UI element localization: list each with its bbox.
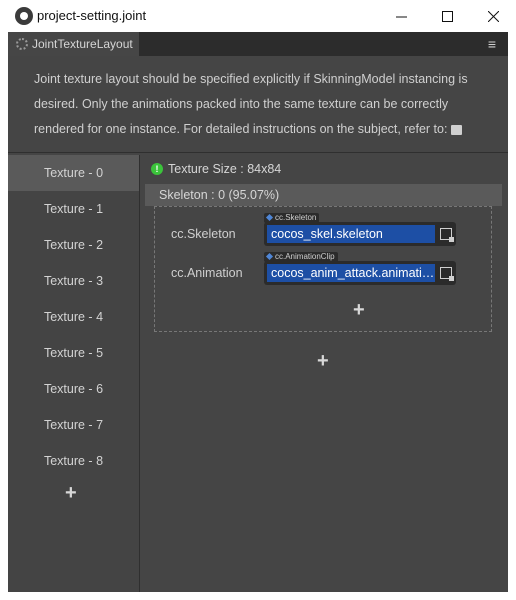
exclamation-circle-icon: !: [151, 163, 163, 175]
skeleton-header-label: Skeleton : 0 (95.07%): [159, 188, 280, 202]
asset-picker-icon[interactable]: [440, 228, 454, 242]
maximize-button[interactable]: [424, 0, 470, 32]
texture-item-label: Texture - 5: [43, 346, 104, 360]
description-text: Joint texture layout should be specified…: [34, 67, 494, 142]
texture-item-label: Texture - 8: [43, 454, 104, 468]
animation-prop-label: cc.Animation: [171, 266, 243, 280]
tab-label: JointTextureLayout: [32, 37, 133, 51]
hamburger-menu-icon[interactable]: ≡: [488, 36, 496, 52]
texture-item-label: Texture - 4: [43, 310, 104, 324]
skeleton-type-tag: cc.Skeleton: [264, 213, 320, 223]
texture-item-2[interactable]: Texture - 2: [8, 227, 139, 263]
texture-item-4[interactable]: Texture - 4: [8, 299, 139, 335]
texture-size-row: ! Texture Size : 84x84: [151, 162, 281, 176]
texture-item-6[interactable]: Texture - 6: [8, 371, 139, 407]
animation-type-tag: cc.AnimationClip: [264, 252, 338, 262]
texture-item-label: Texture - 3: [43, 274, 104, 288]
texture-item-5[interactable]: Texture - 5: [8, 335, 139, 371]
description-body: Joint texture layout should be specified…: [34, 72, 468, 136]
add-skeleton-button[interactable]: +: [317, 350, 329, 373]
texture-item-1[interactable]: Texture - 1: [8, 191, 139, 227]
diamond-icon: [265, 253, 274, 261]
minimize-button[interactable]: [378, 0, 424, 32]
tab-joint-texture-layout[interactable]: JointTextureLayout: [8, 32, 139, 56]
window-border-right: [508, 32, 516, 600]
close-button[interactable]: [470, 0, 516, 32]
skeleton-asset-field[interactable]: cc.Skeleton cocos_skel.skeleton: [264, 213, 456, 246]
skeleton-asset-value[interactable]: cocos_skel.skeleton: [267, 225, 435, 243]
add-texture-button[interactable]: +: [65, 482, 77, 505]
texture-item-label: Texture - 7: [43, 418, 104, 432]
texture-list: Texture - 0 Texture - 1 Texture - 2 Text…: [8, 155, 140, 592]
texture-item-label: Texture - 6: [43, 382, 104, 396]
asset-picker-icon[interactable]: [440, 267, 454, 281]
window-title: project-setting.joint: [37, 8, 147, 23]
minimize-icon: [395, 16, 407, 17]
window-border-left: [0, 32, 8, 600]
texture-item-label: Texture - 2: [43, 238, 104, 252]
skeleton-prop-label: cc.Skeleton: [171, 227, 236, 241]
texture-item-7[interactable]: Texture - 7: [8, 407, 139, 443]
divider: [8, 152, 508, 153]
texture-item-3[interactable]: Texture - 3: [8, 263, 139, 299]
panel-header: JointTextureLayout ≡: [8, 32, 508, 56]
window-titlebar: project-setting.joint: [0, 0, 516, 32]
joint-texture-layout-panel: JointTextureLayout ≡ Joint texture layou…: [8, 32, 508, 592]
gear-icon: [16, 38, 28, 50]
texture-item-0[interactable]: Texture - 0: [8, 155, 139, 191]
add-animation-button[interactable]: +: [353, 299, 365, 322]
skeleton-header[interactable]: Skeleton : 0 (95.07%): [145, 184, 502, 206]
close-icon: [487, 10, 499, 22]
animation-type-tag-label: cc.AnimationClip: [275, 252, 335, 261]
maximize-icon: [441, 10, 453, 22]
book-icon[interactable]: [451, 124, 463, 135]
diamond-icon: [265, 214, 274, 222]
animation-asset-value[interactable]: cocos_anim_attack.animati…: [267, 264, 435, 282]
skeleton-type-tag-label: cc.Skeleton: [275, 213, 317, 222]
texture-item-label: Texture - 0: [43, 166, 104, 180]
texture-item-label: Texture - 1: [43, 202, 104, 216]
animation-asset-field[interactable]: cc.AnimationClip cocos_anim_attack.anima…: [264, 252, 456, 285]
app-logo-icon: [15, 7, 33, 25]
texture-item-8[interactable]: Texture - 8: [8, 443, 139, 479]
texture-size-text: Texture Size : 84x84: [168, 162, 282, 176]
